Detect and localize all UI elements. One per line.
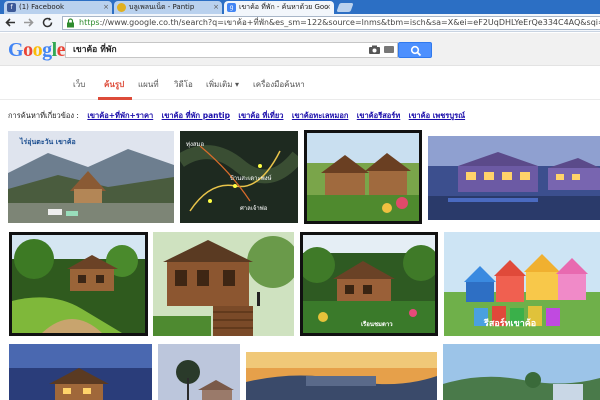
- map-label: ศาลเจ้าพ่อ: [240, 205, 268, 212]
- browser-tab-strip: f (1) Facebook × บลูเพลนเน็ต - Pantip × …: [0, 0, 600, 14]
- reload-button[interactable]: [41, 16, 54, 29]
- active-tab-indicator: [98, 97, 132, 100]
- related-link[interactable]: เขาค้อ ที่เที่ยว: [238, 111, 283, 120]
- image-result[interactable]: [428, 136, 600, 220]
- search-type-tabs: เว็บ ค้นรูป แผนที่ วิดีโอ เพิ่มเติม ▾ เค…: [0, 66, 600, 100]
- related-searches-label: การค้นหาที่เกี่ยวข้อง :: [8, 111, 79, 120]
- logo-letter: o: [23, 39, 33, 61]
- tab-facebook[interactable]: f (1) Facebook ×: [4, 1, 112, 14]
- browser-toolbar: https://www.google.co.th/search?q=เขาค้อ…: [0, 14, 600, 32]
- related-link[interactable]: เขาค้อทะเลหมอก: [292, 111, 349, 120]
- image-result[interactable]: รีสอร์ทเขาค้อ: [444, 232, 600, 336]
- image-overlay-text: รีสอร์ทเขาค้อ: [484, 319, 537, 329]
- image-caption: เรือนชมดาว: [361, 321, 393, 328]
- image-result[interactable]: [158, 344, 240, 400]
- back-arrow-icon: [5, 18, 15, 27]
- logo-letter: e: [56, 39, 66, 61]
- search-button[interactable]: [398, 42, 432, 58]
- tab-search-tools[interactable]: เครื่องมือค้นหา: [253, 78, 305, 91]
- logo-letter: g: [42, 39, 52, 61]
- address-bar[interactable]: https://www.google.co.th/search?q=เขาค้อ…: [62, 16, 600, 30]
- pantip-icon: [117, 3, 126, 12]
- forward-arrow-icon: [24, 18, 34, 27]
- tab-google-search[interactable]: g เขาค้อ ที่พัก - ค้นหาด้วย Goo ×: [224, 1, 334, 14]
- close-icon[interactable]: ×: [325, 1, 331, 14]
- keyboard-icon[interactable]: [384, 46, 394, 53]
- tab-title: บลูเพลนเน็ต - Pantip: [129, 3, 195, 11]
- close-icon[interactable]: ×: [213, 1, 219, 14]
- related-link[interactable]: เขาค้อรีสอร์ท: [357, 111, 401, 120]
- url-text: ://www.google.co.th/search?q=เขาค้อ+ที่พ…: [99, 18, 600, 27]
- tab-videos[interactable]: วิดีโอ: [174, 78, 193, 91]
- image-result[interactable]: [246, 352, 437, 400]
- google-header: Google เขาค้อ ที่พัก: [0, 33, 600, 66]
- tab-web[interactable]: เว็บ: [73, 78, 85, 91]
- new-tab-button[interactable]: [336, 3, 354, 12]
- image-result[interactable]: [443, 344, 600, 400]
- tab-more[interactable]: เพิ่มเติม ▾: [206, 78, 239, 91]
- related-link[interactable]: เขาค้อ ที่พัก pantip: [162, 111, 230, 120]
- facebook-icon: f: [7, 3, 16, 12]
- related-link[interactable]: เขาค้อ+ที่พัก+ราคา: [87, 111, 153, 120]
- logo-letter: o: [32, 39, 43, 61]
- tab-images[interactable]: ค้นรูป: [104, 78, 124, 91]
- reload-icon: [42, 17, 53, 28]
- map-label: บ้านสะเดาะพงษ์: [230, 175, 272, 182]
- image-result[interactable]: [153, 232, 294, 336]
- google-logo[interactable]: Google: [8, 39, 66, 62]
- tab-title: เขาค้อ ที่พัก - ค้นหาด้วย Goo: [239, 3, 329, 11]
- close-icon[interactable]: ×: [103, 1, 109, 14]
- image-result[interactable]: ไร่อุ่นตะวัน เขาค้อ: [8, 131, 174, 223]
- image-result[interactable]: เรือนชมดาว: [300, 232, 438, 336]
- related-link[interactable]: เขาค้อ เพชรบูรณ์: [409, 111, 465, 120]
- tab-title: (1) Facebook: [19, 3, 65, 11]
- search-input[interactable]: เขาค้อ ที่พัก: [65, 42, 398, 58]
- google-icon: g: [227, 3, 236, 12]
- back-button[interactable]: [4, 16, 17, 29]
- image-result[interactable]: ทุ่งสมอ บ้านสะเดาะพงษ์ ศาลเจ้าพ่อ: [180, 131, 298, 223]
- lock-icon: [67, 18, 74, 28]
- tab-maps[interactable]: แผนที่: [138, 78, 159, 91]
- map-label: ทุ่งสมอ: [186, 141, 205, 148]
- image-result[interactable]: [9, 232, 148, 336]
- image-result[interactable]: [9, 344, 152, 400]
- image-caption: ไร่อุ่นตะวัน เขาค้อ: [20, 138, 76, 146]
- image-result[interactable]: [304, 130, 422, 224]
- forward-button[interactable]: [22, 16, 35, 29]
- search-icon: [410, 45, 422, 57]
- tab-pantip[interactable]: บลูเพลนเน็ต - Pantip ×: [114, 1, 222, 14]
- logo-letter: G: [8, 39, 24, 61]
- related-searches: การค้นหาที่เกี่ยวข้อง : เขาค้อ+ที่พัก+รา…: [8, 110, 465, 122]
- url-scheme: https: [79, 18, 100, 27]
- camera-icon[interactable]: [369, 45, 380, 54]
